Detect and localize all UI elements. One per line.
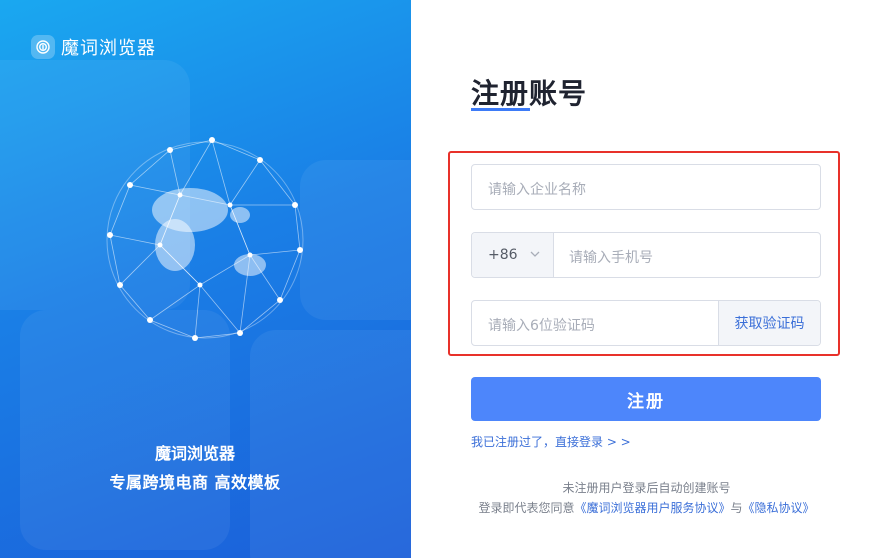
phone-input[interactable]: 请输入手机号 xyxy=(569,247,653,267)
get-code-button[interactable]: 获取验证码 xyxy=(718,301,820,345)
login-link[interactable]: 我已注册过了，直接登录 > > xyxy=(471,433,631,450)
register-panel: 注册账号 请输入企业名称 +86 请输入手机号 请输入6位验证码 获取验证码 注… xyxy=(411,0,882,558)
brand-panel: 魔词浏览器 魔词浏览器 专属跨境电商 高效模板 xyxy=(0,0,411,558)
brand-name: 魔词浏览器 xyxy=(61,38,156,59)
decor-block xyxy=(300,160,411,320)
agreement-note: 登录即代表您同意《魔词浏览器用户服务协议》与《隐私协议》 xyxy=(411,499,882,516)
chevron-down-icon xyxy=(530,251,540,257)
verification-code-field: 请输入6位验证码 获取验证码 xyxy=(471,300,821,346)
brand-logo: 魔词浏览器 xyxy=(31,34,156,60)
company-name-input[interactable]: 请输入企业名称 xyxy=(471,164,821,210)
globe-illustration xyxy=(106,137,304,341)
decor-block xyxy=(20,310,230,550)
page-title: 注册账号 xyxy=(471,77,588,110)
phone-field: +86 请输入手机号 xyxy=(471,232,821,278)
country-code-value: +86 xyxy=(488,247,518,263)
register-button[interactable]: 注册 xyxy=(471,377,821,421)
agreement-and: 与 xyxy=(730,501,743,515)
country-code-select[interactable]: +86 xyxy=(472,233,554,277)
privacy-policy-link[interactable]: 《隐私协议》 xyxy=(743,501,815,515)
slogan-title: 魔词浏览器 xyxy=(154,444,235,463)
auto-create-note: 未注册用户登录后自动创建账号 xyxy=(562,481,731,495)
title-underline xyxy=(471,108,530,111)
service-agreement-link[interactable]: 《魔词浏览器用户服务协议》 xyxy=(574,501,730,515)
verification-code-input[interactable]: 请输入6位验证码 xyxy=(488,315,595,335)
slogan-subtitle: 专属跨境电商 高效模板 xyxy=(109,473,281,492)
fingerprint-icon xyxy=(31,35,55,59)
company-name-placeholder: 请输入企业名称 xyxy=(488,182,586,198)
agreement-prefix: 登录即代表您同意 xyxy=(478,501,575,515)
